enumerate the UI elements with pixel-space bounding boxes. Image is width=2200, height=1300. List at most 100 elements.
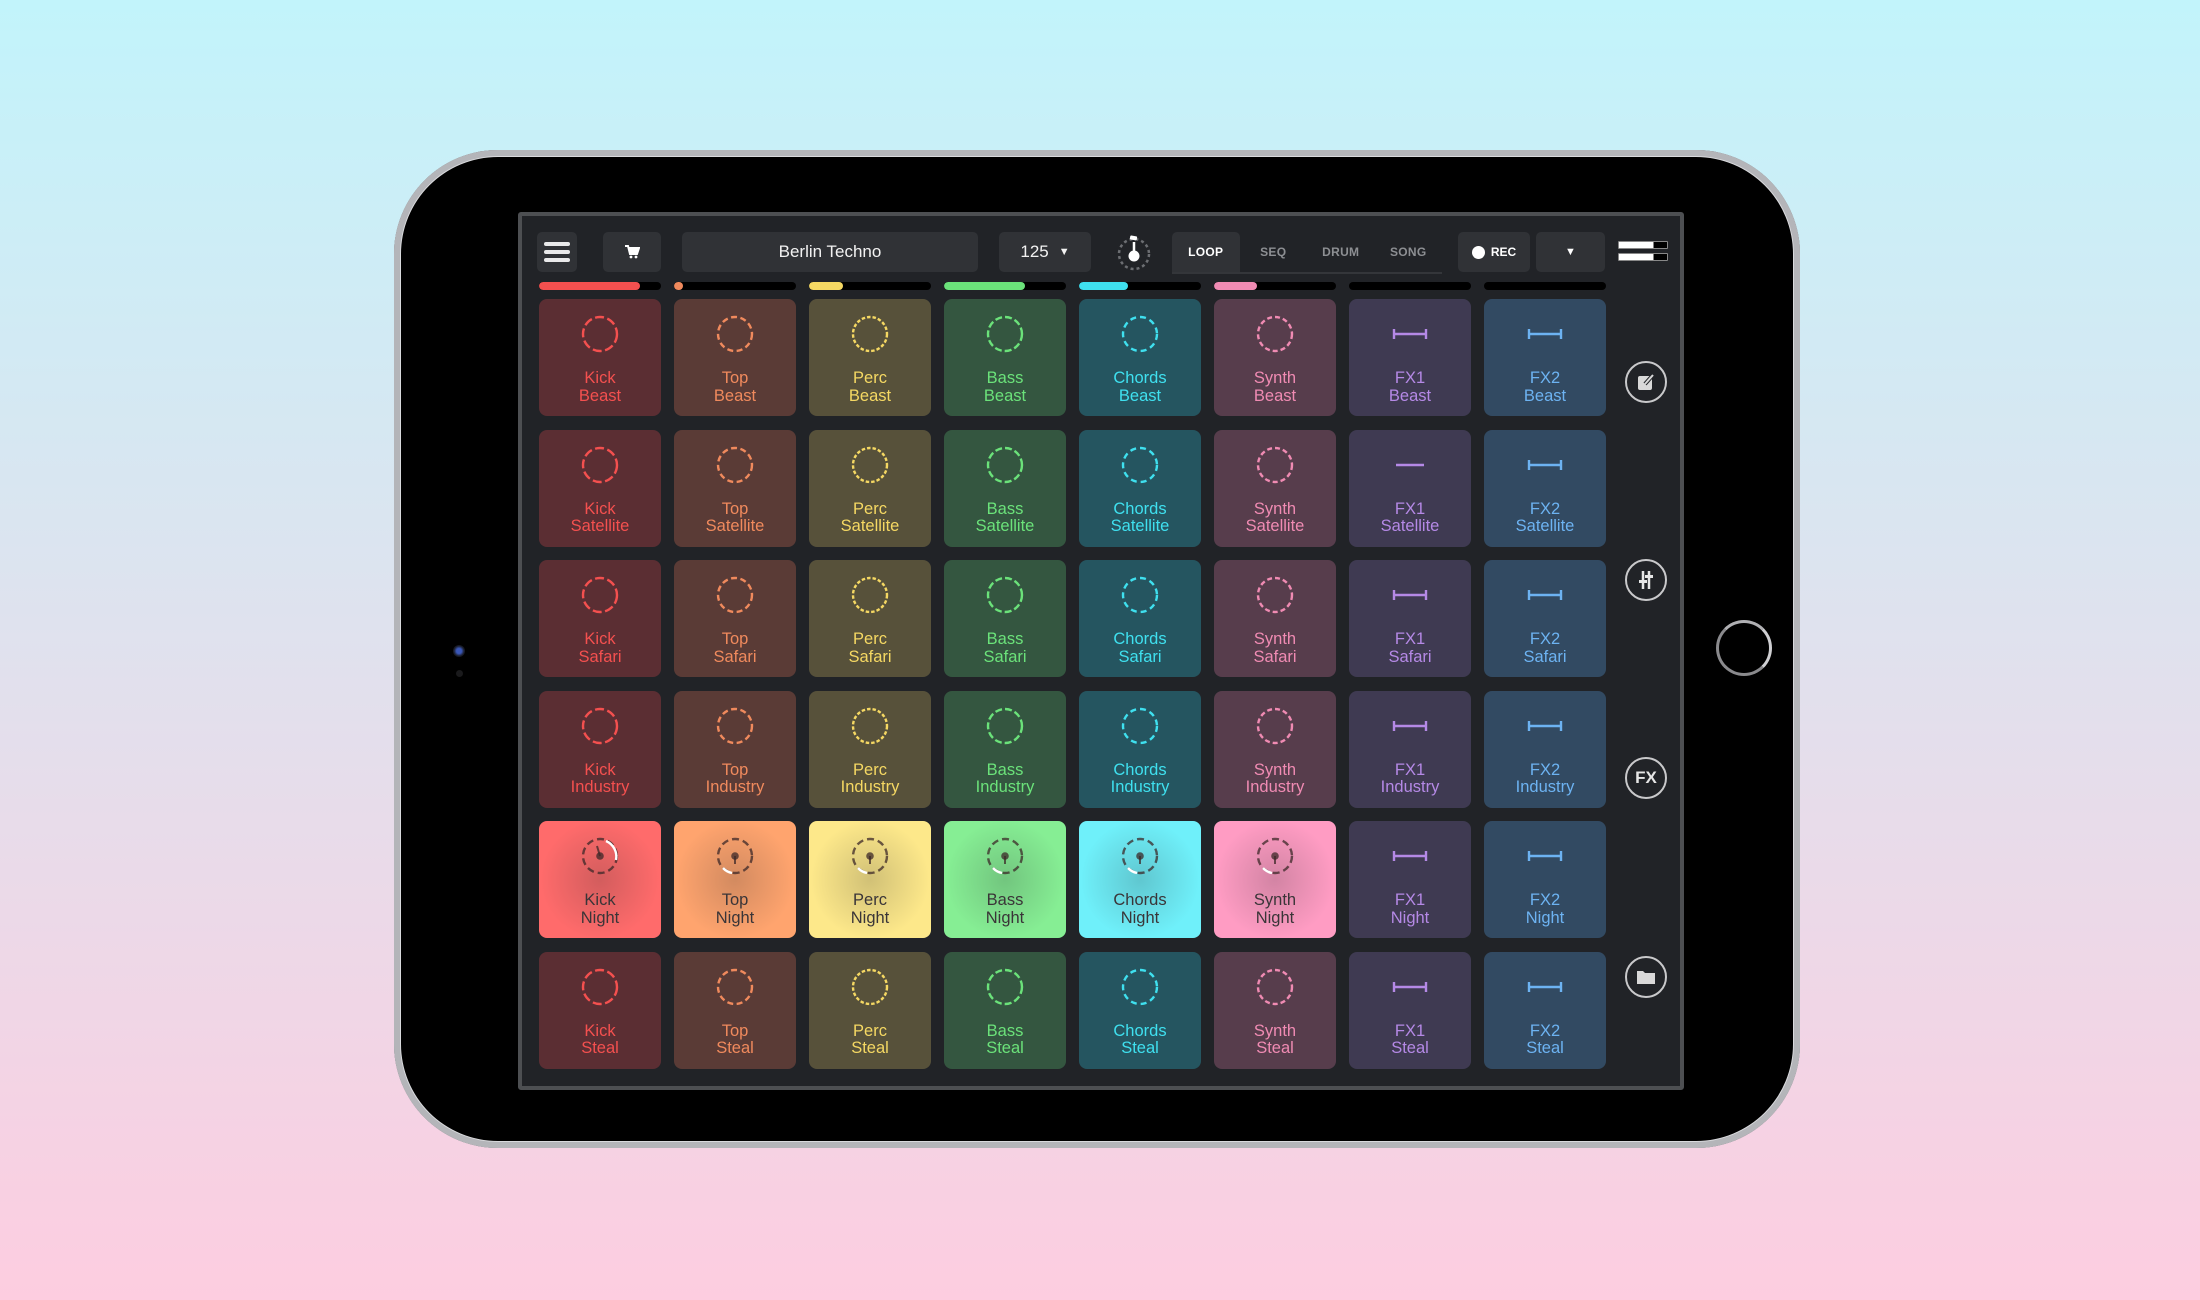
pad-instrument: Kick [584,891,616,909]
home-button[interactable] [1716,620,1772,676]
pad-bass-night[interactable]: Bass Night [944,821,1066,938]
pad-perc-safari[interactable]: Perc Safari [809,560,931,677]
pad-chords-steal[interactable]: Chords Steal [1079,951,1201,1069]
tab-drum[interactable]: DRUM [1307,232,1375,272]
pad-fx1-night[interactable]: FX1 Night [1349,821,1471,938]
pad-fx2-satellite[interactable]: FX2 Satellite [1484,429,1606,547]
pad-perc-satellite[interactable]: Perc Satellite [809,429,931,547]
pad-kick-beast[interactable]: Kick Beast [539,299,661,416]
pad-perc-beast[interactable]: Perc Beast [809,299,931,416]
pad-instrument: Chords [1113,760,1167,779]
pad-instrument: Top [721,760,749,779]
mixer-button[interactable] [1625,559,1667,601]
pad-bass-steal[interactable]: Bass Steal [944,951,1066,1069]
dashed-circle-icon [713,965,757,1009]
pad-instrument: Kick [584,369,616,387]
pad-label: Synth Satellite [1246,499,1305,536]
pad-kick-industry[interactable]: Kick Industry [539,690,661,808]
tab-song[interactable]: SONG [1375,232,1443,272]
pad-fx2-safari[interactable]: FX2 Safari [1484,560,1606,677]
shopping-cart-icon [625,245,640,259]
pad-chords-industry[interactable]: Chords Industry [1079,690,1201,808]
preset-name-button[interactable]: Berlin Techno [682,232,978,272]
pad-instrument: Synth [1253,499,1297,518]
dashed-circle-icon [1118,573,1162,617]
tempo-selector[interactable]: 125 ▼ [999,232,1091,272]
pad-chords-night[interactable]: Chords Night [1079,821,1201,938]
pad-synth-night[interactable]: Synth Night [1214,821,1336,938]
progress-bar-fx2 [1484,282,1606,290]
pad-bass-safari[interactable]: Bass Safari [944,560,1066,677]
progress-bar-top [674,282,796,290]
pad-kick-steal[interactable]: Kick Steal [539,951,661,1069]
pad-fx1-satellite[interactable]: FX1 Satellite [1349,429,1471,547]
pad-bass-beast[interactable]: Bass Beast [944,299,1066,416]
pad-instrument: Bass [986,499,1024,518]
tab-loop[interactable]: LOOP [1172,232,1240,272]
pad-top-steal[interactable]: Top Steal [674,951,796,1069]
record-options-dropdown[interactable]: ▼ [1536,232,1605,272]
pad-bass-satellite[interactable]: Bass Satellite [944,429,1066,547]
fx-bar-icon [1388,312,1432,356]
pad-label: Synth Safari [1253,630,1297,666]
dashed-circle-icon [983,965,1027,1009]
pad-synth-steal[interactable]: Synth Steal [1214,951,1336,1069]
fx-button[interactable]: FX [1625,757,1667,799]
dashed-circle-icon [1118,443,1162,487]
pad-instrument: Synth [1253,891,1297,909]
pad-fx1-safari[interactable]: FX1 Safari [1349,560,1471,677]
pad-loop-name: Steal [1121,1039,1159,1057]
pad-perc-night[interactable]: Perc Night [809,821,931,938]
store-button[interactable] [603,232,661,272]
pad-loop-name: Beast [848,386,892,405]
pad-loop-name: Safari [1253,647,1297,666]
pad-synth-satellite[interactable]: Synth Satellite [1214,429,1336,547]
pad-kick-safari[interactable]: Kick Safari [539,560,661,677]
playing-loop-icon [1118,834,1162,878]
pad-fx2-beast[interactable]: FX2 Beast [1484,299,1606,416]
pad-loop-name: Industry [1245,778,1305,796]
pad-kick-night[interactable]: Kick Night [539,821,661,938]
pad-top-satellite[interactable]: Top Satellite [674,429,796,547]
pad-loop-name: Night [1120,908,1160,927]
pad-chords-beast[interactable]: Chords Beast [1079,299,1201,416]
pad-fx2-industry[interactable]: FX2 Industry [1484,690,1606,808]
pad-synth-industry[interactable]: Synth Industry [1214,690,1336,808]
pad-fx2-steal[interactable]: FX2 Steal [1484,951,1606,1069]
pad-loop-name: Steal [716,1039,754,1057]
pad-top-beast[interactable]: Top Beast [674,299,796,416]
pad-top-safari[interactable]: Top Safari [674,560,796,677]
metronome-knob-icon[interactable] [1113,231,1155,273]
pad-kick-satellite[interactable]: Kick Satellite [539,429,661,547]
pad-top-industry[interactable]: Top Industry [674,690,796,808]
mixer-sliders-icon [1639,571,1653,589]
pad-loop-name: Safari [1118,647,1162,666]
pad-label: Bass Industry [976,761,1035,797]
pad-instrument: Top [721,891,749,909]
layers-icon[interactable] [1618,241,1668,263]
pad-instrument: Bass [986,1021,1024,1040]
pad-fx1-steal[interactable]: FX1 Steal [1349,951,1471,1069]
menu-button[interactable] [537,232,577,272]
pad-instrument: Synth [1253,369,1297,387]
pad-perc-industry[interactable]: Perc Industry [809,690,931,808]
library-button[interactable] [1625,956,1667,998]
pad-label: Bass Satellite [976,499,1035,536]
pad-fx1-beast[interactable]: FX1 Beast [1349,299,1471,416]
pad-label: Chords Industry [1111,760,1170,797]
pad-bass-industry[interactable]: Bass Industry [944,690,1066,808]
fx-bar-icon [1388,443,1432,487]
record-button[interactable]: REC [1458,232,1530,272]
pad-synth-beast[interactable]: Synth Beast [1214,299,1336,416]
dashed-circle-icon [848,704,892,748]
pad-perc-steal[interactable]: Perc Steal [809,951,931,1069]
pad-fx2-night[interactable]: FX2 Night [1484,821,1606,938]
edit-button[interactable] [1625,361,1667,403]
pad-fx1-industry[interactable]: FX1 Industry [1349,690,1471,808]
pad-label: Kick Safari [578,630,621,666]
pad-chords-satellite[interactable]: Chords Satellite [1079,429,1201,547]
pad-chords-safari[interactable]: Chords Safari [1079,560,1201,677]
pad-top-night[interactable]: Top Night [674,821,796,938]
tab-seq[interactable]: SEQ [1240,232,1308,272]
pad-synth-safari[interactable]: Synth Safari [1214,560,1336,677]
